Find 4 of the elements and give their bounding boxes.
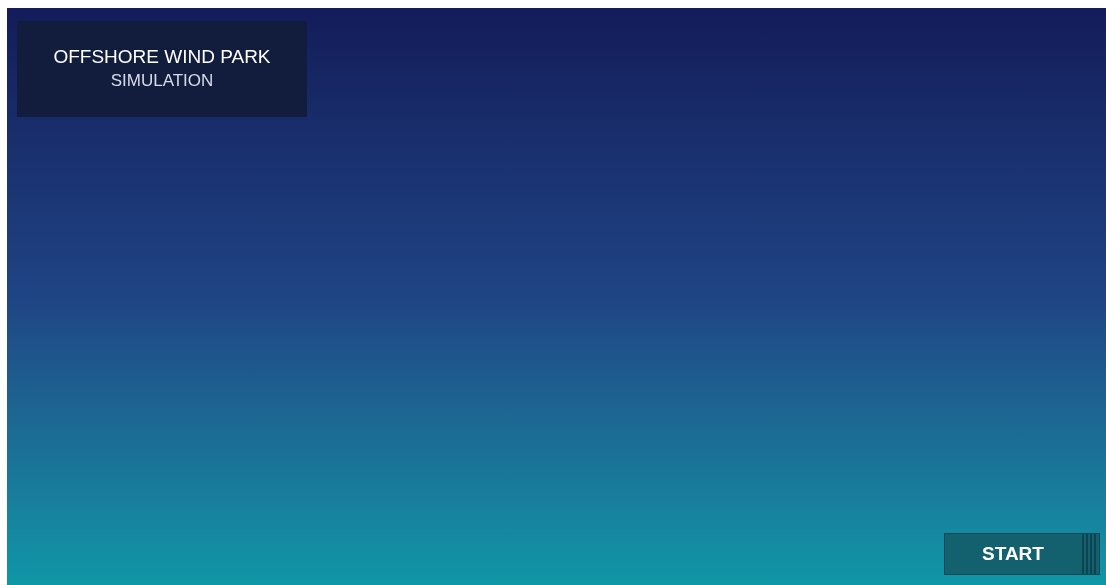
stripes-icon (1081, 534, 1099, 574)
title: OFFSHORE WIND PARK (53, 45, 271, 69)
subtitle: SIMULATION (110, 70, 214, 92)
start-button[interactable]: START (944, 533, 1100, 575)
